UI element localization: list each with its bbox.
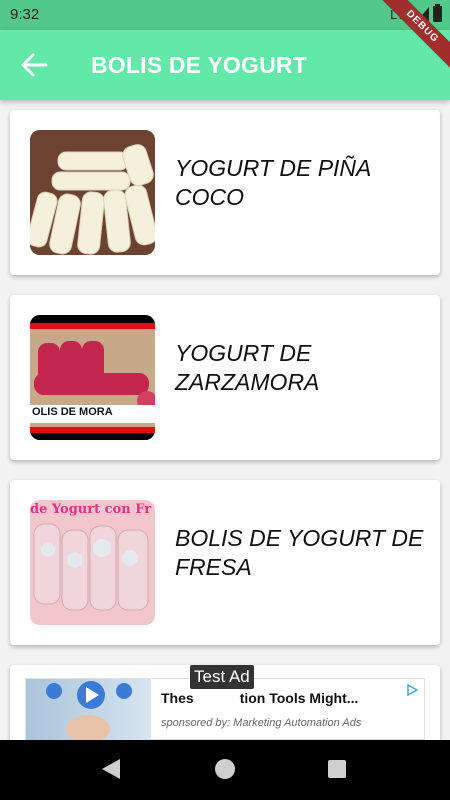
ad-card[interactable]: Thes tion Tools Might... sponsored by: Ma…	[10, 665, 440, 740]
bolis-photo-icon	[30, 130, 155, 255]
ad-headline-start: Thes	[161, 690, 194, 706]
bolis-photo-icon	[30, 500, 155, 625]
back-arrow-icon[interactable]	[20, 52, 48, 78]
ad-choices-icon[interactable]	[406, 684, 418, 696]
recipe-list: YOGURT DE PIÑA COCO OLIS DE MORA YOGURT …	[0, 100, 450, 740]
status-time: 9:32	[10, 6, 40, 23]
play-button-icon	[46, 681, 132, 740]
recipe-title: YOGURT DE ZARZAMORA	[175, 340, 320, 395]
app-bar: BOLIS DE YOGURT	[0, 30, 450, 100]
recipe-thumbnail: OLIS DE MORA	[30, 315, 155, 440]
bolis-photo-icon	[30, 315, 155, 440]
ad-headline-end: tion Tools Might...	[239, 690, 359, 706]
nav-home-icon[interactable]	[215, 759, 235, 779]
battery-icon	[433, 4, 442, 22]
ad-headline: Thes tion Tools Might...	[161, 690, 358, 706]
nav-back-icon[interactable]	[102, 759, 120, 779]
recipe-card-pina-coco[interactable]: YOGURT DE PIÑA COCO	[10, 110, 440, 275]
recipe-thumbnail	[30, 130, 155, 255]
ad-image	[26, 679, 151, 740]
recipe-title: BOLIS DE YOGURT DE FRESA	[175, 525, 424, 580]
recipe-card-fresa[interactable]: de Yogurt con Fr BOLIS DE YOGURT DE FRES…	[10, 480, 440, 645]
nav-recent-apps-icon[interactable]	[328, 760, 346, 778]
thumbnail-caption: de Yogurt con Fr	[30, 502, 152, 517]
recipe-thumbnail: de Yogurt con Fr	[30, 500, 155, 625]
system-nav-bar	[0, 740, 450, 800]
test-ad-label: Test Ad	[190, 665, 254, 689]
recipe-card-zarzamora[interactable]: OLIS DE MORA YOGURT DE ZARZAMORA	[10, 295, 440, 460]
ad-sponsor: sponsored by: Marketing Automation Ads	[161, 717, 362, 729]
status-bar: 9:32 LTE	[0, 0, 450, 30]
recipe-title: YOGURT DE PIÑA COCO	[175, 155, 371, 210]
page-title: BOLIS DE YOGURT	[91, 52, 307, 78]
thumbnail-caption: OLIS DE MORA	[32, 406, 113, 418]
